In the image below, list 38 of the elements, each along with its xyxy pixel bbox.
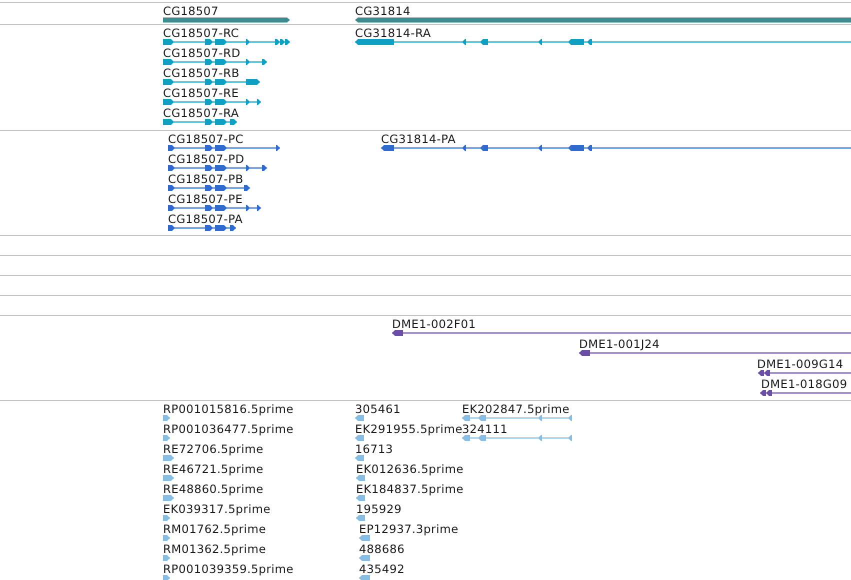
feature-label: CG31814-RA bbox=[355, 26, 432, 40]
feature-label: EK012636.5prime bbox=[356, 462, 464, 476]
feature-label: 16713 bbox=[355, 442, 394, 456]
feature-label: 435492 bbox=[359, 562, 405, 576]
feature-label: RP001039359.5prime bbox=[163, 562, 294, 576]
feature-label: CG18507-PC bbox=[168, 132, 244, 146]
feature-label: EP12937.3prime bbox=[359, 522, 458, 536]
feature-label: CG18507-PB bbox=[168, 172, 244, 186]
feature-label: EK039317.5prime bbox=[163, 502, 271, 516]
feature-label: EK291955.5prime bbox=[355, 422, 463, 436]
feature-label: RP001015816.5prime bbox=[163, 402, 294, 416]
feature-label: 488686 bbox=[359, 542, 405, 556]
feature-label: RM01362.5prime bbox=[163, 542, 266, 556]
feature-label: CG18507-PD bbox=[168, 152, 244, 166]
feature-label: CG31814 bbox=[355, 4, 411, 18]
feature-label: 195929 bbox=[356, 502, 402, 516]
feature-label: DME1-009G14 bbox=[757, 357, 844, 371]
feature-label: CG18507 bbox=[163, 4, 219, 18]
feature-label: EK202847.5prime bbox=[462, 402, 570, 416]
feature-label: CG18507-RE bbox=[163, 86, 239, 100]
feature-label: DME1-001J24 bbox=[579, 337, 660, 351]
feature-label: RE48860.5prime bbox=[163, 482, 264, 496]
feature-label: CG18507-RA bbox=[163, 106, 240, 120]
feature-label: 305461 bbox=[355, 402, 401, 416]
feature-label: 324111 bbox=[462, 422, 508, 436]
feature-label: CG18507-PE bbox=[168, 192, 243, 206]
feature-label: CG18507-RD bbox=[163, 46, 241, 60]
feature-label: CG18507-PA bbox=[168, 212, 243, 226]
feature-label: RE46721.5prime bbox=[163, 462, 264, 476]
feature-label: CG31814-PA bbox=[381, 132, 456, 146]
feature-label: DME1-018G09 bbox=[761, 377, 848, 391]
feature-label: CG18507-RB bbox=[163, 66, 240, 80]
feature-label: CG18507-RC bbox=[163, 26, 240, 40]
feature-label: DME1-002F01 bbox=[392, 317, 476, 331]
feature-label: RE72706.5prime bbox=[163, 442, 264, 456]
feature-label: RP001036477.5prime bbox=[163, 422, 294, 436]
feature-label: RM01762.5prime bbox=[163, 522, 266, 536]
feature-label: EK184837.5prime bbox=[356, 482, 464, 496]
